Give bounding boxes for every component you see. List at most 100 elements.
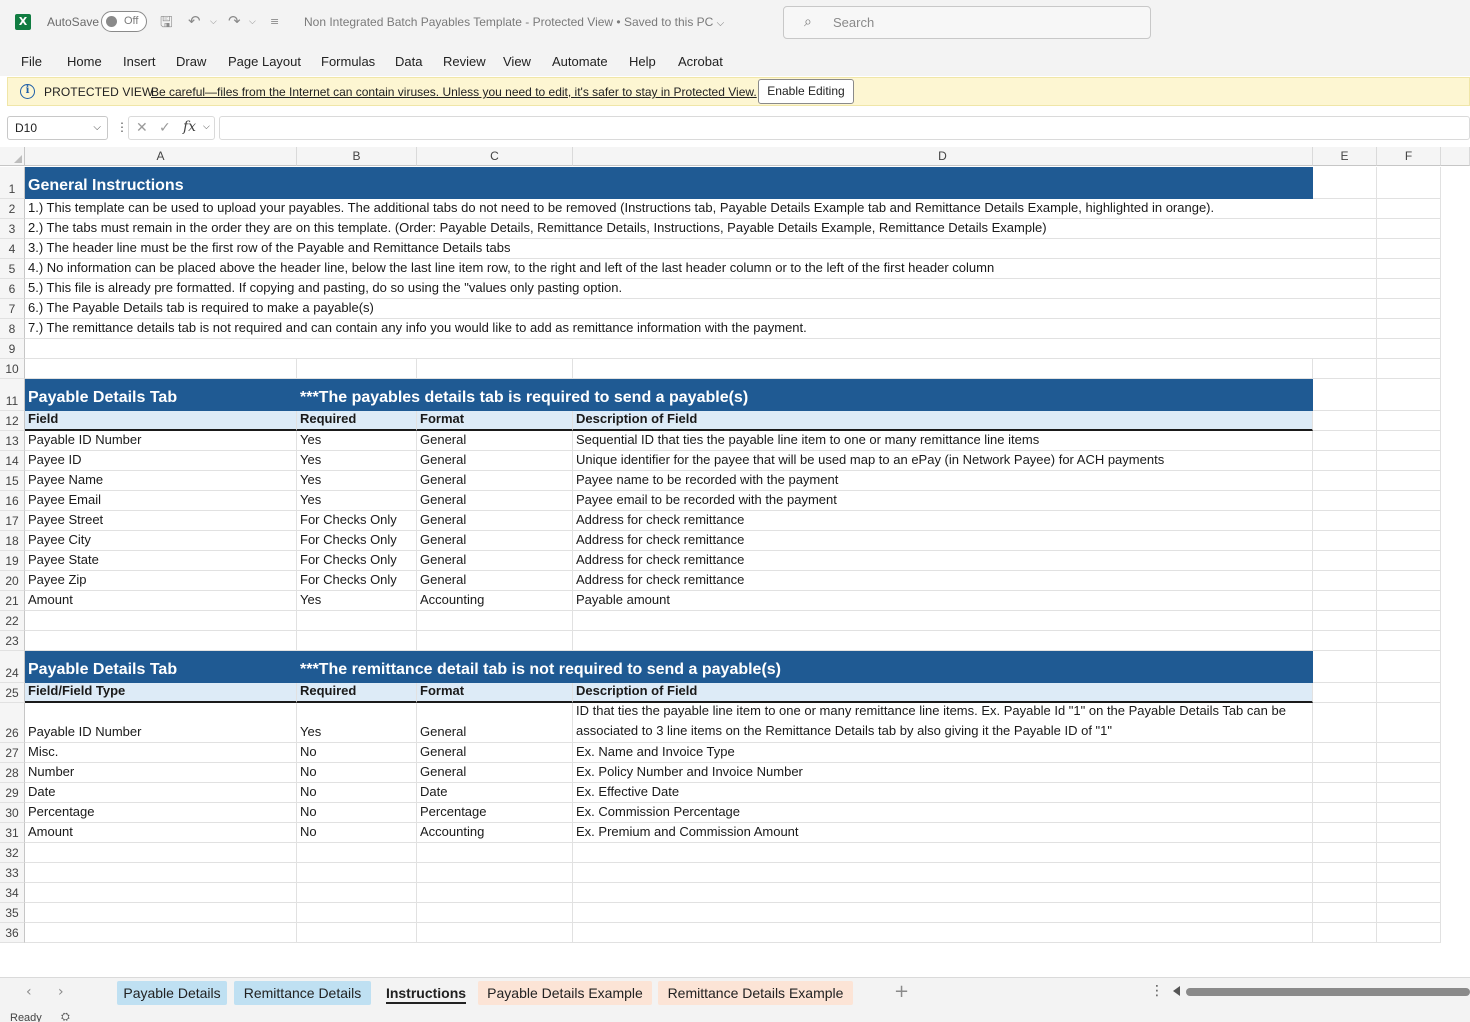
cell[interactable] <box>1377 299 1441 319</box>
cell[interactable] <box>1313 683 1377 703</box>
cell[interactable] <box>1313 339 1377 359</box>
cell[interactable] <box>1377 339 1441 359</box>
tab-scroll-right-icon[interactable]: › <box>58 984 64 1000</box>
table-cell[interactable]: Payee name to be recorded with the payme… <box>573 471 1313 491</box>
row-header[interactable]: 14 <box>0 451 25 471</box>
table-cell[interactable]: Date <box>417 783 573 803</box>
cell[interactable] <box>1377 531 1441 551</box>
table-cell[interactable]: Yes <box>297 591 417 611</box>
more-options-icon[interactable]: ⋮ <box>1150 983 1164 999</box>
cell[interactable] <box>1313 571 1377 591</box>
undo-icon[interactable]: ↶ <box>188 12 201 30</box>
insert-function-icon[interactable]: fx <box>183 119 196 135</box>
table-cell[interactable]: Yes <box>297 471 417 491</box>
cell[interactable] <box>1377 431 1441 451</box>
cell[interactable] <box>25 863 297 883</box>
table-cell[interactable]: Payable ID Number <box>25 431 297 451</box>
enable-editing-button[interactable]: Enable Editing <box>758 79 854 104</box>
table-cell[interactable]: General <box>417 491 573 511</box>
cell[interactable] <box>573 631 1313 651</box>
table-cell[interactable]: Percentage <box>417 803 573 823</box>
table-cell[interactable]: General <box>417 763 573 783</box>
cell[interactable] <box>573 863 1313 883</box>
tab-payable-details-example[interactable]: Payable Details Example <box>478 981 652 1005</box>
cell[interactable] <box>1313 199 1377 219</box>
row-header[interactable]: 35 <box>0 903 25 923</box>
cell[interactable] <box>1313 803 1377 823</box>
row-header[interactable]: 11 <box>0 379 25 411</box>
cell[interactable] <box>1377 239 1441 259</box>
cell[interactable] <box>417 631 573 651</box>
table-cell[interactable]: Payee City <box>25 531 297 551</box>
cell[interactable] <box>1313 259 1377 279</box>
cell[interactable] <box>1313 743 1377 763</box>
row-header[interactable]: 5 <box>0 259 25 279</box>
menu-file[interactable]: File <box>21 54 42 69</box>
cancel-icon[interactable]: ✕ <box>136 120 148 136</box>
table-cell[interactable]: Yes <box>297 451 417 471</box>
table-cell[interactable]: No <box>297 823 417 843</box>
row-header[interactable]: 6 <box>0 279 25 299</box>
cell[interactable] <box>417 611 573 631</box>
cell[interactable] <box>1313 531 1377 551</box>
cell[interactable] <box>1377 631 1441 651</box>
row-header[interactable]: 15 <box>0 471 25 491</box>
cell[interactable] <box>25 903 297 923</box>
cell[interactable] <box>1313 631 1377 651</box>
table-header[interactable]: Field/Field Type <box>25 683 297 703</box>
more-options-icon[interactable]: ⋮ <box>116 120 128 134</box>
cell[interactable] <box>1377 591 1441 611</box>
table-cell[interactable]: Ex. Commission Percentage <box>573 803 1313 823</box>
menu-home[interactable]: Home <box>67 54 102 69</box>
cell[interactable] <box>1313 219 1377 239</box>
table-cell[interactable]: Unique identifier for the payee that wil… <box>573 451 1313 471</box>
cell[interactable] <box>1377 379 1441 411</box>
row-header[interactable]: 29 <box>0 783 25 803</box>
cell[interactable] <box>297 359 417 379</box>
cell[interactable] <box>1377 551 1441 571</box>
table-header[interactable]: Required <box>297 683 417 703</box>
table-header[interactable]: Description of Field <box>573 683 1313 703</box>
protected-view-link[interactable]: Be careful—files from the Internet can c… <box>151 85 757 99</box>
cell[interactable] <box>1377 683 1441 703</box>
instruction-line[interactable]: 5.) This file is already pre formatted. … <box>25 279 1313 299</box>
cell[interactable] <box>1377 863 1441 883</box>
cell[interactable] <box>1313 923 1377 943</box>
instruction-line[interactable]: 6.) The Payable Details tab is required … <box>25 299 1313 319</box>
cell[interactable] <box>1313 359 1377 379</box>
tab-scroll-left-icon[interactable]: ‹ <box>26 984 32 1000</box>
table-cell[interactable]: Payee email to be recorded with the paym… <box>573 491 1313 511</box>
cell[interactable] <box>1313 843 1377 863</box>
cell[interactable] <box>1377 803 1441 823</box>
table-cell[interactable]: ID that ties the payable line item to on… <box>573 703 1313 743</box>
section-title[interactable]: Payable Details Tab <box>25 651 297 683</box>
table-cell[interactable]: Payable ID Number <box>25 703 297 743</box>
cell[interactable] <box>1377 451 1441 471</box>
row-header[interactable]: 28 <box>0 763 25 783</box>
menu-view[interactable]: View <box>503 54 531 69</box>
menu-insert[interactable]: Insert <box>123 54 156 69</box>
row-header[interactable]: 9 <box>0 339 25 359</box>
cell[interactable] <box>1313 703 1377 743</box>
table-cell[interactable]: Yes <box>297 431 417 451</box>
cell[interactable] <box>1377 923 1441 943</box>
row-header[interactable]: 23 <box>0 631 25 651</box>
table-cell[interactable]: Date <box>25 783 297 803</box>
menu-formulas[interactable]: Formulas <box>321 54 375 69</box>
row-header[interactable]: 7 <box>0 299 25 319</box>
menu-help[interactable]: Help <box>629 54 656 69</box>
cell[interactable] <box>1313 551 1377 571</box>
table-cell[interactable]: Payee State <box>25 551 297 571</box>
cell[interactable] <box>1313 823 1377 843</box>
cell[interactable] <box>1313 491 1377 511</box>
scroll-left-arrow-icon[interactable] <box>1173 986 1180 996</box>
table-header[interactable]: Description of Field <box>573 411 1313 431</box>
table-cell[interactable]: Amount <box>25 591 297 611</box>
formula-input[interactable] <box>219 116 1470 140</box>
cell[interactable] <box>1377 743 1441 763</box>
row-header[interactable]: 18 <box>0 531 25 551</box>
row-header[interactable]: 1 <box>0 167 25 199</box>
table-cell[interactable]: General <box>417 531 573 551</box>
table-cell[interactable]: General <box>417 703 573 743</box>
section-note[interactable]: ***The remittance detail tab is not requ… <box>297 651 1313 683</box>
